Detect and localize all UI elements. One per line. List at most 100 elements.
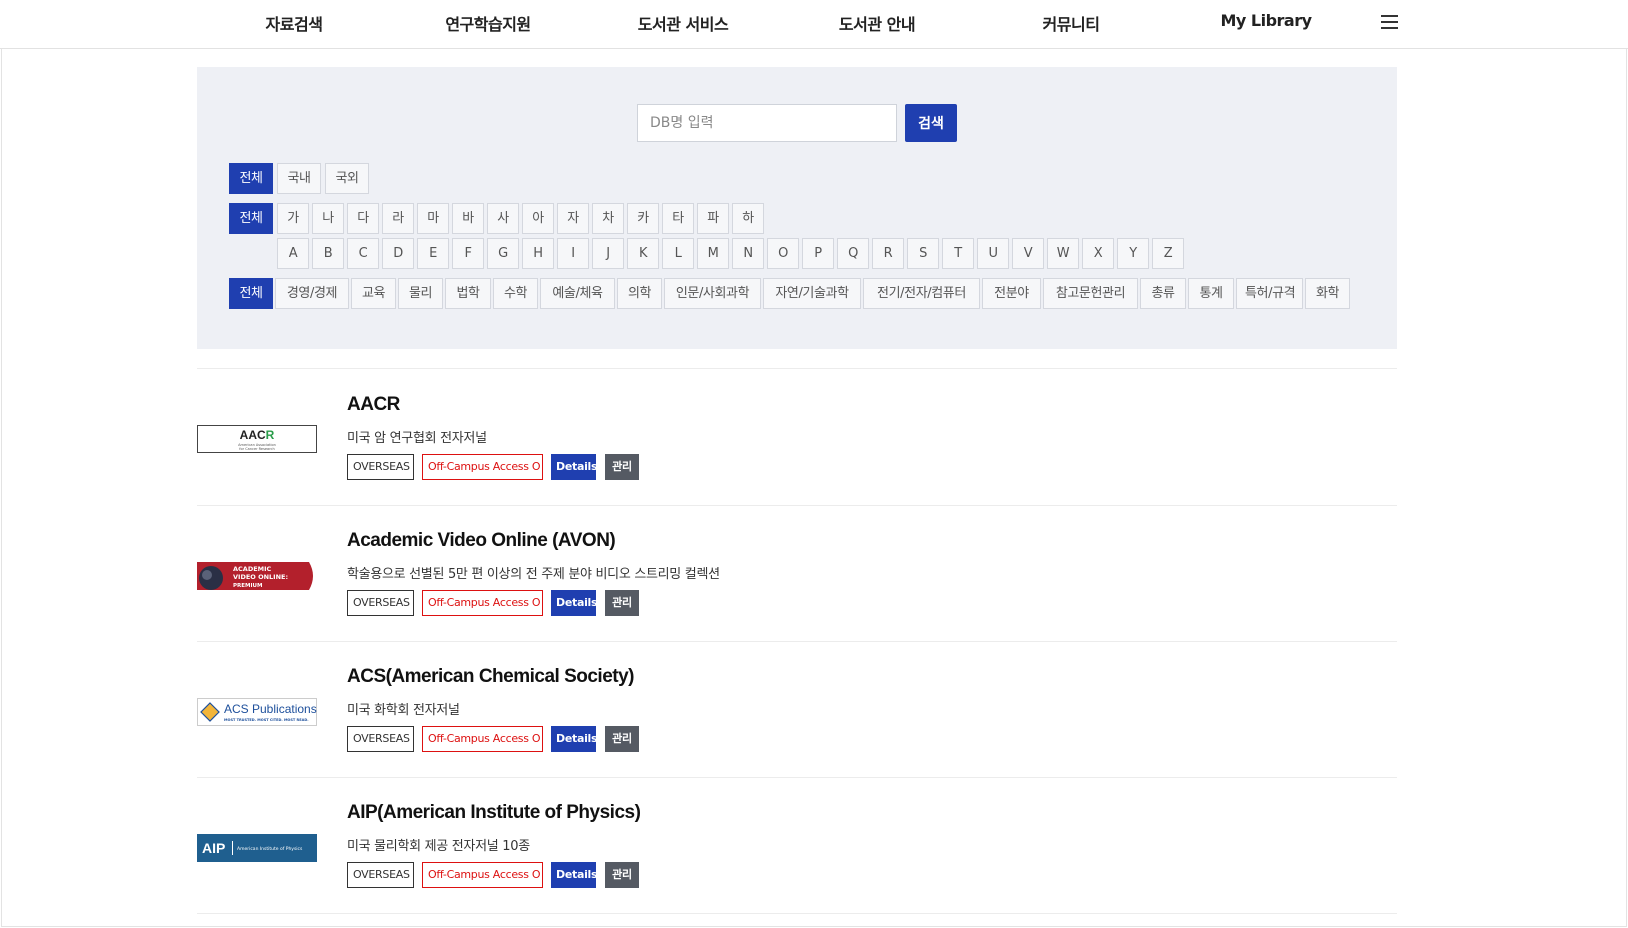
subject-filter-chip[interactable]: 화학 (1305, 278, 1350, 309)
subject-filter-chip[interactable]: 법학 (445, 278, 491, 309)
aip-logo[interactable]: AIP American Institute of Physics (197, 834, 317, 862)
initial-filter-chip[interactable]: 카 (627, 203, 659, 234)
alpha-filter-chip[interactable]: N (732, 238, 764, 269)
search-button[interactable]: 검색 (905, 104, 957, 142)
offcampus-badge: Off-Campus Access O (422, 862, 543, 888)
subject-filter-chip[interactable]: 총류 (1140, 278, 1186, 309)
acs-logo-graphic: ACS Publications MOST TRUSTED. MOST CITE… (197, 698, 317, 726)
list-divider (197, 913, 1397, 914)
nav-item-guide[interactable]: 도서관 안내 (839, 11, 916, 35)
initial-filter-chip[interactable]: 바 (452, 203, 484, 234)
list-divider (197, 777, 1397, 778)
initial-filter-chip[interactable]: 사 (487, 203, 519, 234)
alpha-filter-chip[interactable]: F (452, 238, 484, 269)
overseas-badge: OVERSEAS (347, 726, 414, 752)
subject-filter-chip[interactable]: 교육 (351, 278, 396, 309)
offcampus-badge: Off-Campus Access O (422, 454, 543, 480)
subject-filter-chip[interactable]: 물리 (398, 278, 443, 309)
db-title[interactable]: AACR (347, 394, 400, 416)
subject-filter-chip[interactable]: 예술/체육 (540, 278, 615, 309)
acs-logo[interactable]: ACS Publications MOST TRUSTED. MOST CITE… (197, 698, 317, 726)
region-filter-chip[interactable]: 국외 (325, 163, 369, 194)
initial-filter-chip[interactable]: 전체 (229, 203, 273, 234)
alpha-filter-chip[interactable]: L (662, 238, 694, 269)
avon-logo[interactable]: ACADEMIC VIDEO ONLINE: PREMIUM (197, 562, 317, 590)
alpha-filter-chip[interactable]: X (1082, 238, 1114, 269)
nav-item-community[interactable]: 커뮤니티 (1043, 11, 1100, 35)
subject-filter-chip[interactable]: 전기/전자/컴퓨터 (863, 278, 980, 309)
manage-button[interactable]: 관리 (605, 726, 639, 752)
db-description: 학술용으로 선별된 5만 편 이상의 전 주제 분야 비디오 스트리밍 컬렉션 (347, 567, 720, 582)
nav-item-my-library[interactable]: My Library (1220, 11, 1312, 30)
subject-filter-chip[interactable]: 경영/경제 (275, 278, 349, 309)
alpha-filter-chip[interactable]: A (277, 238, 309, 269)
alpha-filter-chip[interactable]: D (382, 238, 414, 269)
details-button[interactable]: Details (551, 454, 598, 480)
svg-text:VIDEO ONLINE:: VIDEO ONLINE: (233, 573, 288, 581)
initial-filter-chip[interactable]: 마 (417, 203, 449, 234)
alpha-filter-chip[interactable]: K (627, 238, 659, 269)
alpha-filter-chip[interactable]: H (522, 238, 554, 269)
subject-filter-chip[interactable]: 전분야 (982, 278, 1041, 309)
alpha-filter-chip[interactable]: B (312, 238, 344, 269)
initial-filter-chip[interactable]: 차 (592, 203, 624, 234)
svg-text:PREMIUM: PREMIUM (233, 583, 262, 589)
db-title[interactable]: ACS(American Chemical Society) (347, 666, 635, 688)
aacr-logo[interactable]: AACR American Association for Cancer Res… (197, 425, 317, 453)
subject-filter-chip[interactable]: 통계 (1188, 278, 1234, 309)
initial-filter-chip[interactable]: 다 (347, 203, 379, 234)
alpha-filter-chip[interactable]: O (767, 238, 799, 269)
subject-filter-chip[interactable]: 전체 (229, 278, 273, 309)
alpha-filter-chip[interactable]: Q (837, 238, 869, 269)
alpha-filter-chip[interactable]: I (557, 238, 589, 269)
alpha-filter-chip[interactable]: Z (1152, 238, 1184, 269)
offcampus-badge: Off-Campus Access O (422, 590, 543, 616)
svg-text:ACS Publications: ACS Publications (224, 702, 317, 716)
db-description: 미국 암 연구협회 전자저널 (347, 431, 487, 446)
alpha-filter-chip[interactable]: P (802, 238, 834, 269)
initial-filter-chip[interactable]: 하 (732, 203, 764, 234)
nav-item-search[interactable]: 자료검색 (266, 11, 323, 35)
subject-filter-chip[interactable]: 인문/사회과학 (664, 278, 761, 309)
db-title[interactable]: Academic Video Online (AVON) (347, 530, 616, 552)
initial-filter-chip[interactable]: 아 (522, 203, 554, 234)
alpha-filter-chip[interactable]: G (487, 238, 519, 269)
manage-button[interactable]: 관리 (605, 454, 639, 480)
region-filter-chip[interactable]: 전체 (229, 163, 273, 194)
initial-filter-chip[interactable]: 가 (277, 203, 309, 234)
alpha-filter-chip[interactable]: C (347, 238, 379, 269)
initial-filter-chip[interactable]: 나 (312, 203, 344, 234)
nav-item-research[interactable]: 연구학습지원 (445, 11, 531, 35)
subject-filter-chip[interactable]: 자연/기술과학 (763, 278, 861, 309)
initial-filter-chip[interactable]: 라 (382, 203, 414, 234)
details-button[interactable]: Details (551, 726, 598, 752)
alpha-filter-chip[interactable]: T (942, 238, 974, 269)
details-button[interactable]: Details (551, 862, 598, 888)
alpha-filter-chip[interactable]: J (592, 238, 624, 269)
alpha-filter-chip[interactable]: S (907, 238, 939, 269)
alpha-filter-chip[interactable]: E (417, 238, 449, 269)
alpha-filter-chip[interactable]: W (1047, 238, 1079, 269)
alpha-filter-chip[interactable]: R (872, 238, 904, 269)
nav-item-services[interactable]: 도서관 서비스 (638, 11, 729, 35)
details-button[interactable]: Details (551, 590, 598, 616)
initial-filter-chip[interactable]: 자 (557, 203, 589, 234)
aacr-logo-graphic: AACR American Association for Cancer Res… (197, 425, 317, 453)
subject-filter-chip[interactable]: 참고문헌관리 (1043, 278, 1138, 309)
db-description: 미국 화학회 전자저널 (347, 703, 460, 718)
subject-filter-chip[interactable]: 수학 (493, 278, 538, 309)
alpha-filter-chip[interactable]: M (697, 238, 729, 269)
db-title[interactable]: AIP(American Institute of Physics) (347, 802, 641, 824)
initial-filter-chip[interactable]: 타 (662, 203, 694, 234)
db-search-input[interactable] (637, 104, 897, 142)
region-filter-chip[interactable]: 국내 (277, 163, 321, 194)
subject-filter-chip[interactable]: 의학 (617, 278, 662, 309)
initial-filter-chip[interactable]: 파 (697, 203, 729, 234)
manage-button[interactable]: 관리 (605, 862, 639, 888)
alpha-filter-chip[interactable]: U (977, 238, 1009, 269)
manage-button[interactable]: 관리 (605, 590, 639, 616)
alpha-filter-chip[interactable]: V (1012, 238, 1044, 269)
alpha-filter-chip[interactable]: Y (1117, 238, 1149, 269)
hamburger-menu-icon[interactable] (1381, 14, 1398, 30)
subject-filter-chip[interactable]: 특허/규격 (1236, 278, 1303, 309)
